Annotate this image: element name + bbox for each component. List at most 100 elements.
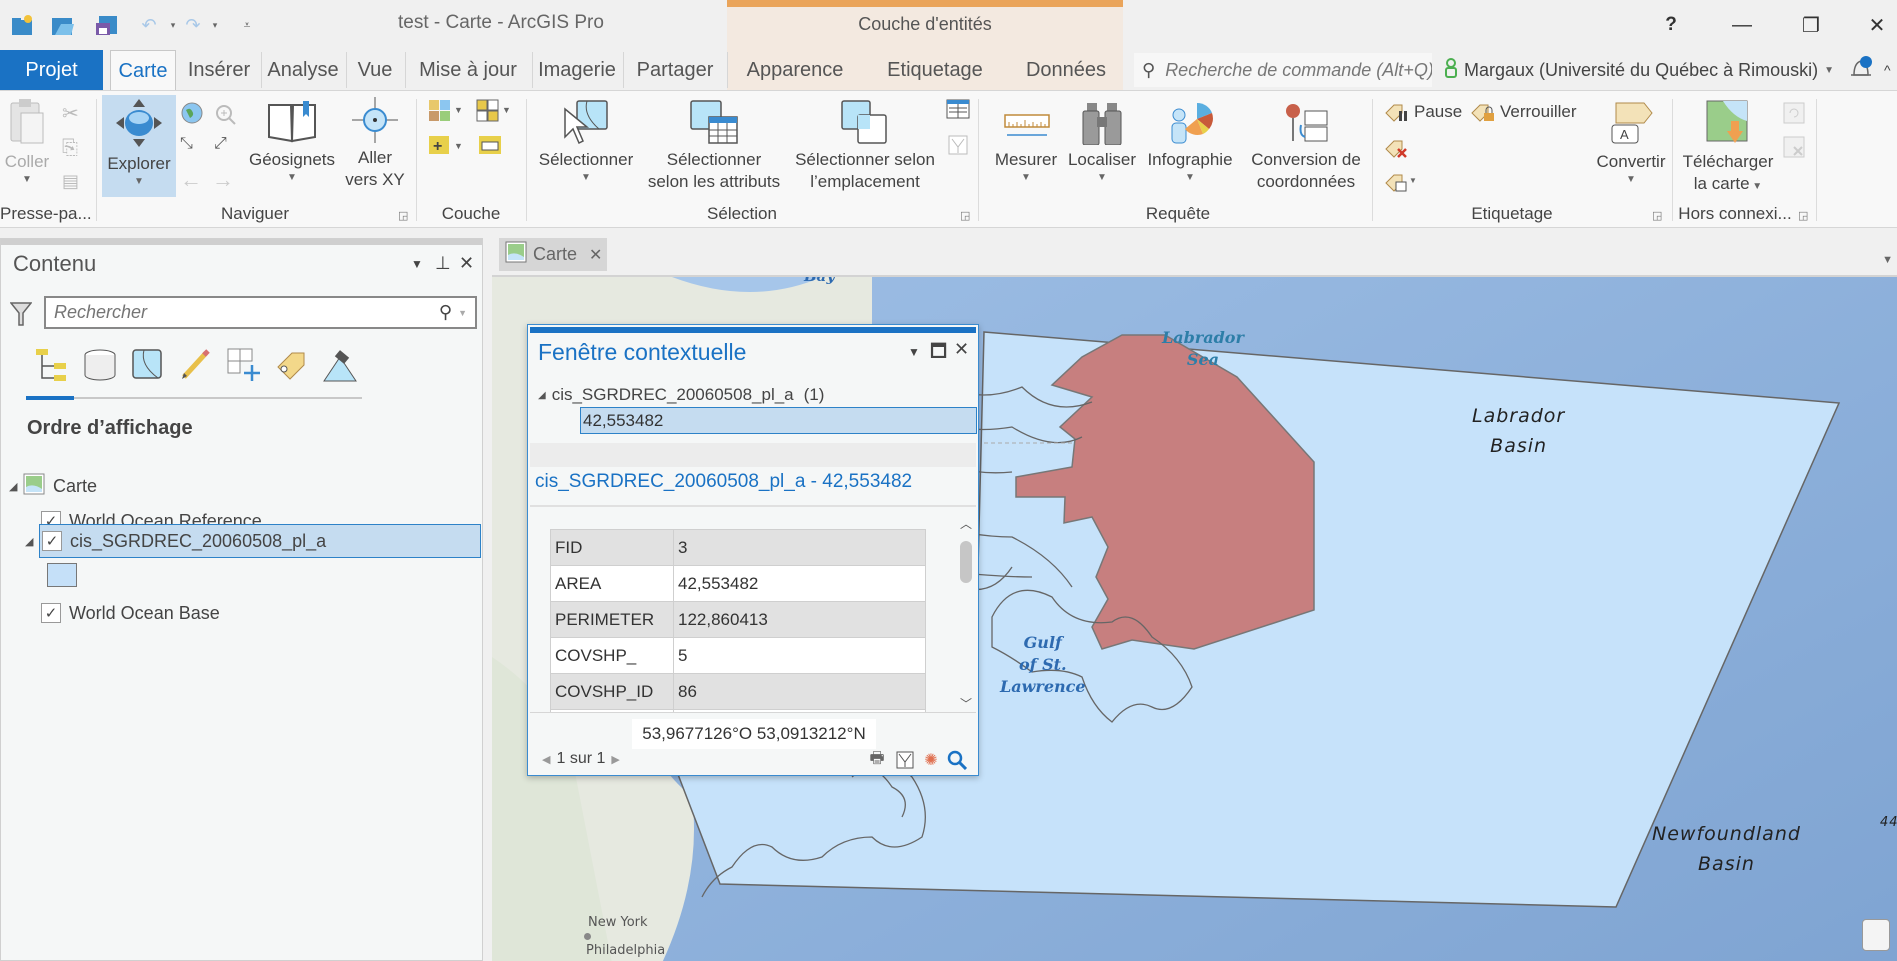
convert-coordinates-button[interactable]: Conversion de coordonnées [1242,101,1370,193]
goto-xy-button[interactable]: Aller vers XY [342,97,408,191]
close-tab-icon[interactable]: ✕ [589,245,602,265]
tab-imagerie[interactable]: Imagerie [534,50,620,90]
tab-inserer[interactable]: Insérer [180,50,258,90]
labeling-view-icon[interactable] [274,347,310,383]
selection-launcher-icon[interactable]: ◲ [960,209,970,222]
measure-button[interactable]: Mesurer ▼ [990,101,1062,185]
map-node[interactable]: ◢ Carte [9,469,97,503]
select-feature-icon[interactable] [894,749,916,771]
select-button[interactable]: Sélectionner ▼ [534,99,638,185]
save-project-icon[interactable] [94,12,120,38]
locate-button[interactable]: Localiser ▼ [1066,101,1138,185]
layer-expand[interactable]: ◢ [25,524,39,558]
undo-icon[interactable]: ↶ [136,12,162,38]
restore-button[interactable]: ❐ [1796,10,1826,40]
full-extent-icon[interactable] [180,101,204,125]
lock-labels-button[interactable]: Verrouiller [1470,101,1577,123]
sync-map-icon[interactable] [1782,101,1806,125]
tab-apparence[interactable]: Apparence [735,50,855,90]
close-button[interactable]: ✕ [1862,10,1892,40]
expand-icon[interactable]: ◢ [9,480,23,493]
offline-launcher-icon[interactable]: ◲ [1798,209,1808,222]
contents-search-box[interactable]: ⚲ ▼ [44,296,477,329]
perspective-imagery-icon[interactable] [322,347,358,383]
filter-icon[interactable] [9,301,33,334]
contents-search-input[interactable] [46,302,439,323]
next-feature-icon[interactable]: ▶ [611,753,619,766]
close-pane-icon[interactable]: ✕ [459,253,474,274]
add-data-icon[interactable]: ▼ [476,99,510,123]
flash-feature-icon[interactable]: ✺ [920,749,942,771]
open-project-icon[interactable] [50,12,76,38]
clear-selection-icon[interactable] [948,135,968,155]
zoom-to-selection-icon[interactable] [214,101,238,125]
pin-icon[interactable]: ⊥ [435,253,451,274]
notification-icon[interactable] [1848,55,1874,86]
tab-project[interactable]: Projet [0,50,103,90]
layer-visibility-checkbox[interactable]: ✓ [41,603,61,623]
command-search[interactable]: ⚲ Recherche de commande (Alt+Q) [1134,53,1432,87]
snapping-view-icon[interactable] [226,347,262,383]
remove-offline-map-icon[interactable] [1782,135,1806,159]
tab-donnees[interactable]: Données [1010,50,1122,90]
paste-button[interactable]: Coller ▼ [2,97,52,187]
search-dropdown-icon[interactable]: ▼ [458,308,467,318]
fixed-zoom-in-icon[interactable]: ⤡ [180,135,193,153]
add-graphics-layer-icon[interactable] [478,133,502,157]
explore-button[interactable]: Explorer ▼ [102,95,176,197]
print-icon[interactable]: 🖶 [866,749,888,771]
cut-icon[interactable]: ✂ [62,101,79,126]
tab-etiquetage[interactable]: Etiquetage [875,50,995,90]
new-project-icon[interactable] [10,12,36,38]
drawing-order-icon[interactable] [34,347,70,383]
download-map-button[interactable]: Télécharger la carte ▼ [1680,97,1776,198]
map-tab[interactable]: Carte ✕ [499,238,607,271]
unplaced-labels-icon[interactable] [1384,137,1410,159]
labeling-launcher-icon[interactable]: ◲ [1652,209,1662,222]
selection-view-icon[interactable] [130,347,166,383]
basemap-icon[interactable]: ▼ [428,99,462,123]
popup-feature-item[interactable]: 42,553482 [580,407,977,434]
layer-row-selected[interactable]: ✓ cis_SGRDREC_20060508_pl_a [39,524,481,558]
previous-extent-icon[interactable]: ← [180,167,202,193]
scroll-thumb[interactable] [960,541,972,583]
zoom-to-feature-icon[interactable] [946,749,968,771]
search-icon[interactable]: ⚲ [439,302,452,323]
layer-row[interactable]: ✓ World Ocean Base [41,596,220,630]
scroll-up-icon[interactable]: ︿ [960,515,972,532]
fixed-zoom-out-icon[interactable]: ⤢ [214,135,227,153]
scroll-down-icon[interactable]: ﹀ [960,695,972,712]
popup-layer-node[interactable]: ◢ cis_SGRDREC_20060508_pl_a (1) [538,385,824,405]
navigate-launcher-icon[interactable]: ◲ [398,209,408,222]
collapse-ribbon-icon[interactable]: ^ [1884,62,1891,78]
bookmarks-button[interactable]: Géosignets ▼ [246,97,338,185]
tab-vue[interactable]: Vue [348,50,402,90]
infographics-button[interactable]: Infographie ▼ [1142,101,1238,185]
customize-toolbar-icon[interactable]: ⩡ [234,12,260,38]
convert-labels-button[interactable]: A Convertir ▼ [1596,99,1666,187]
tabs-menu-icon[interactable]: ▼ [1882,254,1893,266]
tab-mise-a-jour[interactable]: Mise à jour [407,50,529,90]
select-by-location-button[interactable]: Sélectionner selon l’emplacement [792,99,938,193]
data-source-icon[interactable] [82,347,118,383]
tab-analyse[interactable]: Analyse [263,50,343,90]
map-overlay-toggle-icon[interactable] [1862,919,1890,951]
expand-icon[interactable]: ◢ [538,390,546,401]
previous-feature-icon[interactable]: ◀ [542,753,550,766]
pause-labeling-button[interactable]: Pause [1384,101,1462,123]
popup-close-icon[interactable]: ✕ [954,339,969,360]
next-extent-icon[interactable]: → [212,167,234,193]
minimize-button[interactable]: — [1727,10,1757,40]
label-priority-icon[interactable]: ▼ [1384,171,1418,193]
attributes-table-icon[interactable] [946,99,970,119]
expand-icon[interactable]: ◢ [25,535,39,548]
tab-carte[interactable]: Carte [110,50,176,91]
layer-visibility-checkbox[interactable]: ✓ [42,531,62,551]
select-by-attributes-button[interactable]: Sélectionner selon les attributs [642,99,786,193]
user-account[interactable]: Margaux (Université du Québec à Rimouski… [1444,50,1891,90]
layer-symbol-swatch[interactable] [47,563,77,587]
copy-path-icon[interactable]: ▤ [62,171,79,192]
help-button[interactable]: ? [1656,10,1686,40]
popup-options-icon[interactable]: ▼ [908,345,920,359]
add-layer-icon[interactable]: + ▼ [428,133,462,157]
